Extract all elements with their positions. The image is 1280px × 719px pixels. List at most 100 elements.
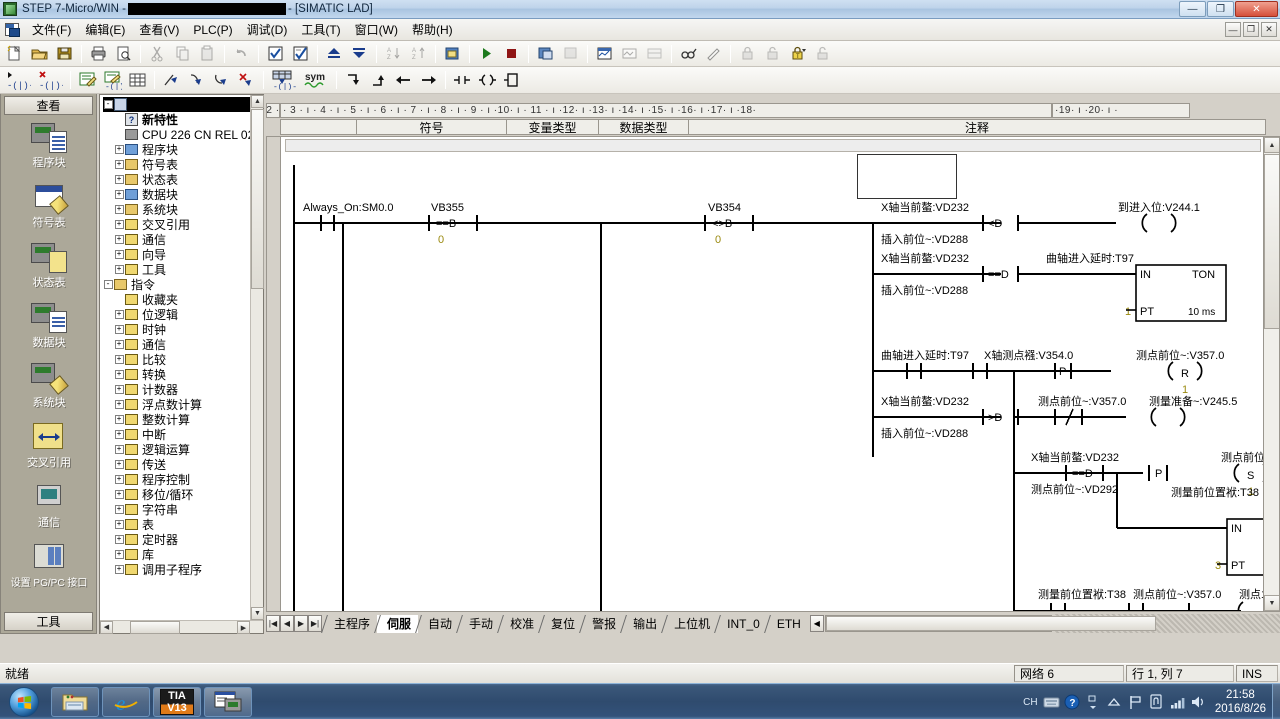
taskbar-internet-explorer[interactable]: e [102, 686, 150, 717]
tree-logical-ops-expander[interactable]: + [114, 445, 124, 454]
tree-scroll-thumb[interactable] [251, 109, 264, 289]
tree-tools[interactable]: + 工具 [103, 262, 250, 277]
col-var-type[interactable]: 变量类型 [507, 120, 599, 135]
insert-coil-icon[interactable] [476, 69, 499, 91]
tree-libraries-expander[interactable]: + [114, 550, 124, 559]
tree-call-subroutine[interactable]: + 调用子程序 [103, 562, 250, 577]
tree-bit-logic-expander[interactable]: + [114, 310, 124, 319]
tree-system-block-expander[interactable]: + [114, 205, 124, 214]
ime-indicator[interactable]: CH [1020, 691, 1041, 713]
tree-comm-instr[interactable]: + 通信 [103, 337, 250, 352]
read-plc-icon[interactable] [677, 43, 700, 65]
tab-first-button[interactable]: |◀ [266, 614, 280, 632]
network-delete-icon[interactable]: -(|)- [35, 69, 65, 91]
tree-hscroll-thumb[interactable] [130, 621, 180, 634]
tree-clock[interactable]: + 时钟 [103, 322, 250, 337]
volume-icon[interactable] [1188, 691, 1209, 713]
document-system-icon[interactable] [5, 22, 21, 38]
empty-element-box[interactable] [857, 154, 957, 199]
show-hidden-icons-icon[interactable] [1104, 691, 1125, 713]
open-icon[interactable] [28, 43, 51, 65]
editor-horizontal-scrollbar[interactable] [824, 614, 1156, 632]
project-tree[interactable]: - ?新特性CPU 226 CN REL 02.01+程序块+符号表+状态表+数… [100, 95, 250, 620]
tree-wizard-expander[interactable]: + [114, 250, 124, 259]
tree-instructions-expander[interactable]: - [103, 280, 113, 289]
tree-move[interactable]: + 传送 [103, 457, 250, 472]
network-comment-icon[interactable]: -(|)- [101, 69, 124, 91]
stop-icon[interactable] [500, 43, 523, 65]
tree-cpu[interactable]: CPU 226 CN REL 02.01 [103, 127, 250, 142]
tree-wizard[interactable]: + 向导 [103, 247, 250, 262]
tree-compare-expander[interactable]: + [114, 355, 124, 364]
options-icon[interactable] [441, 43, 464, 65]
insert-row-below-icon[interactable] [342, 69, 365, 91]
apply-symbol-table-icon[interactable]: -(|)- [269, 69, 299, 91]
tree-interrupt-expander[interactable]: + [114, 430, 124, 439]
tree-float-math[interactable]: + 浮点数计算 [103, 397, 250, 412]
tree-integer-math[interactable]: + 整数计算 [103, 412, 250, 427]
tree-string[interactable]: + 字符串 [103, 502, 250, 517]
tree-libraries[interactable]: + 库 [103, 547, 250, 562]
tab-alarm[interactable]: 警报 [579, 614, 624, 633]
compile-all-icon[interactable] [289, 43, 312, 65]
tree-scroll-down-button[interactable]: ▼ [251, 607, 264, 620]
menu-view[interactable]: 查看(V) [132, 19, 186, 40]
editor-scroll-up-button[interactable]: ▲ [1264, 137, 1279, 153]
compile-icon[interactable] [264, 43, 287, 65]
tab-int-0[interactable]: INT_0 [714, 614, 767, 633]
window-controls[interactable]: — ❐ ✕ [1179, 1, 1278, 17]
show-desktop-button[interactable] [1272, 684, 1280, 719]
tree-integer-math-expander[interactable]: + [114, 415, 124, 424]
tree-move-expander[interactable]: + [114, 460, 124, 469]
minimize-button[interactable]: — [1179, 1, 1206, 17]
tree-root-expander[interactable]: - [103, 100, 113, 109]
mdi-minimize-button[interactable]: — [1225, 22, 1241, 37]
mdi-window-controls[interactable]: — ❐ ✕ [1225, 22, 1277, 37]
print-preview-icon[interactable] [112, 43, 135, 65]
run-icon[interactable] [475, 43, 498, 65]
tab-scroll-left-button[interactable]: ◀ [809, 614, 824, 632]
col-comment[interactable]: 注释 [689, 120, 1265, 135]
tab-prev-button[interactable]: ◀ [280, 614, 294, 632]
tree-cross-reference[interactable]: + 交叉引用 [103, 217, 250, 232]
tab-auto[interactable]: 自动 [415, 614, 460, 633]
tree-scroll-left-button[interactable]: ◀ [100, 620, 113, 634]
tree-clock-expander[interactable]: + [114, 325, 124, 334]
pou-tabs[interactable]: 主程序 伺服 自动 手动 校准 复位 警报 输出 上位机 INT_0 ETH [321, 614, 808, 633]
tree-horizontal-scrollbar[interactable]: ◀ ▶ [100, 620, 263, 634]
pou-comment-icon[interactable] [126, 69, 149, 91]
tab-main-program[interactable]: 主程序 [321, 614, 378, 633]
tree-string-expander[interactable]: + [114, 505, 124, 514]
tab-manual[interactable]: 手动 [456, 614, 501, 633]
tree-whats-new[interactable]: ? 新特性 [103, 112, 250, 127]
chart-status-icon[interactable] [593, 43, 616, 65]
tree-symbol-table[interactable]: + 符号表 [103, 157, 250, 172]
tab-next-button[interactable]: ▶ [294, 614, 308, 632]
ladder-canvas[interactable]: Always_On:SM0.0 VB355 0 ==B VB354 0 <>B … [281, 137, 1266, 611]
tree-logical-ops[interactable]: + 逻辑运算 [103, 442, 250, 457]
insert-row-above-icon[interactable] [367, 69, 390, 91]
mdi-close-button[interactable]: ✕ [1261, 22, 1277, 37]
editor-hscroll-thumb[interactable] [825, 615, 1156, 631]
tree-shift-rotate[interactable]: + 移位/循环 [103, 487, 250, 502]
tree-cross-reference-expander[interactable]: + [114, 220, 124, 229]
tab-calibrate[interactable]: 校准 [497, 614, 542, 633]
edit-comment-icon[interactable] [76, 69, 99, 91]
download-icon[interactable] [348, 43, 371, 65]
tree-shift-rotate-expander[interactable]: + [114, 490, 124, 499]
tree-timers-expander[interactable]: + [114, 535, 124, 544]
menu-window[interactable]: 窗口(W) [348, 19, 405, 40]
tree-tools-expander[interactable]: + [114, 265, 124, 274]
col-blank[interactable] [281, 120, 357, 134]
keyboard-icon[interactable] [1041, 691, 1062, 713]
tree-scroll-up-button[interactable]: ▲ [251, 95, 264, 108]
tree-program-block[interactable]: + 程序块 [103, 142, 250, 157]
flag-icon[interactable] [1125, 691, 1146, 713]
col-data-type[interactable]: 数据类型 [599, 120, 689, 135]
tree-program-control[interactable]: + 程序控制 [103, 472, 250, 487]
nav-data-block[interactable]: 数据块 [4, 298, 94, 358]
tab-servo[interactable]: 伺服 [374, 614, 419, 633]
tree-counters[interactable]: + 计数器 [103, 382, 250, 397]
tree-convert[interactable]: + 转换 [103, 367, 250, 382]
editor-vertical-scrollbar[interactable]: ▲ ▼ [1263, 137, 1279, 611]
